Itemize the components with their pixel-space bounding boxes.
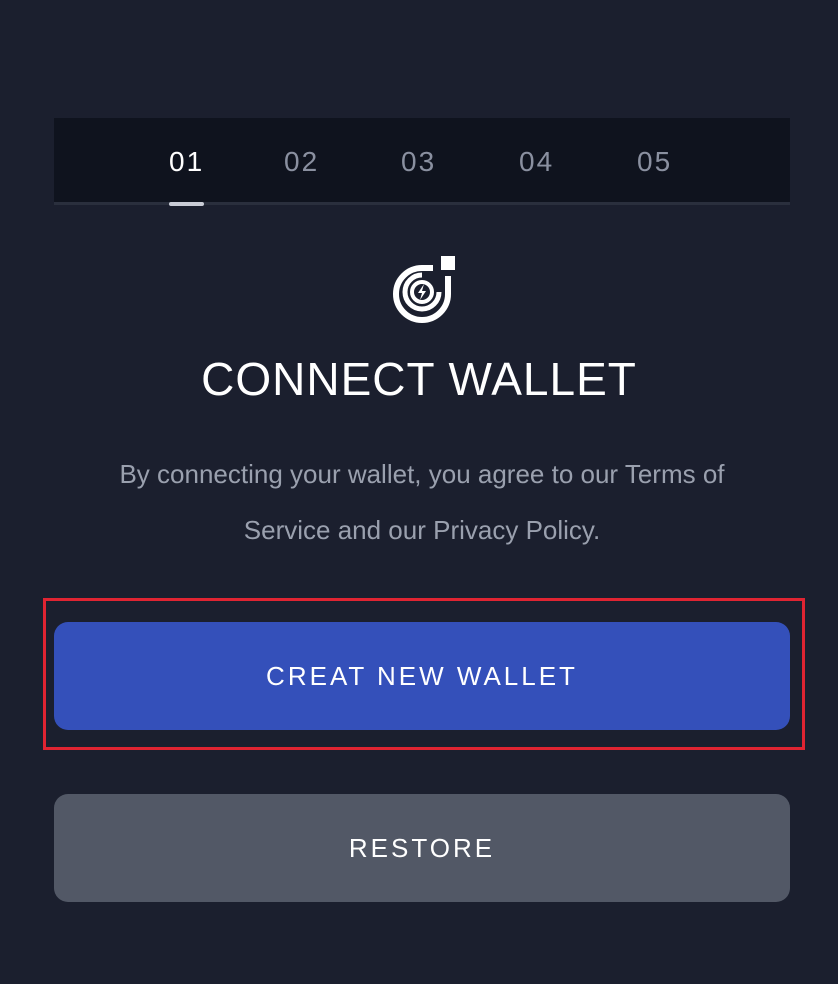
step-tab-04[interactable]: 04 <box>519 146 554 178</box>
step-tab-05[interactable]: 05 <box>637 146 672 178</box>
step-tabs: 01 02 03 04 05 <box>54 118 790 206</box>
terms-description: By connecting your wallet, you agree to … <box>119 459 725 545</box>
page-title: CONNECT WALLET <box>201 353 637 405</box>
active-step-indicator <box>169 202 204 206</box>
step-tab-02[interactable]: 02 <box>284 146 319 178</box>
lightning-ring-logo-icon <box>393 256 455 323</box>
create-new-wallet-button[interactable]: CREAT NEW WALLET <box>54 622 790 730</box>
step-tab-03[interactable]: 03 <box>401 146 436 178</box>
step-tab-01[interactable]: 01 <box>169 146 204 178</box>
restore-button[interactable]: RESTORE <box>54 794 790 902</box>
